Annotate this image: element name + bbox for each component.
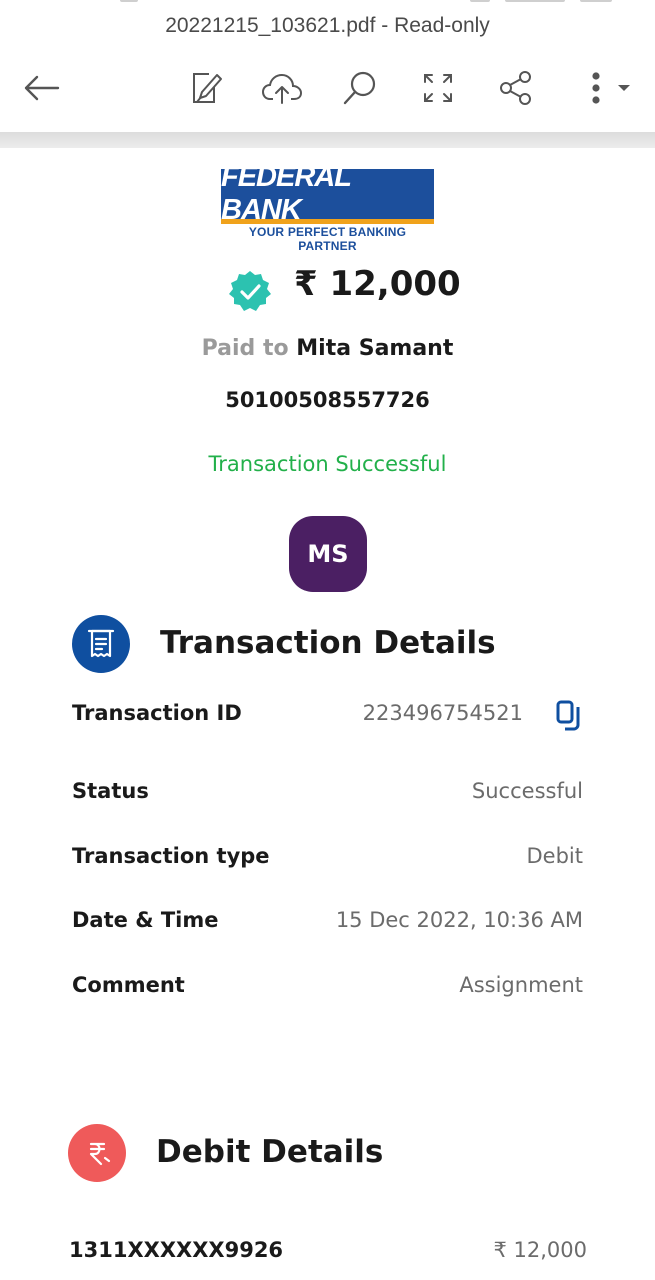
search-icon[interactable] xyxy=(338,66,382,110)
detail-label: Transaction type xyxy=(72,844,270,868)
payee-name: Mita Samant xyxy=(296,336,454,361)
bank-logo-stripe xyxy=(221,219,434,224)
debit-amount: ₹ 12,000 xyxy=(493,1238,587,1262)
app-toolbar: 20221215_103621.pdf - Read-only xyxy=(0,0,655,132)
paid-to-line: Paid to Mita Samant xyxy=(0,336,655,361)
detail-value: Assignment xyxy=(459,973,583,997)
detail-label: Comment xyxy=(72,973,185,997)
debit-details-header: Debit Details xyxy=(0,1124,655,1184)
rupee-bill-icon xyxy=(68,1124,126,1182)
detail-label: Transaction ID xyxy=(72,701,242,725)
detail-row-comment: Comment Assignment xyxy=(72,973,583,1009)
back-arrow-icon[interactable] xyxy=(20,66,64,110)
bank-logo: FEDERAL BANK YOUR PERFECT BANKING PARTNE… xyxy=(221,161,434,253)
detail-value: Successful xyxy=(471,779,583,803)
payment-amount: ₹ 12,000 xyxy=(294,264,461,304)
detail-row-date-time: Date & Time 15 Dec 2022, 10:36 AM xyxy=(72,908,583,944)
copy-icon[interactable] xyxy=(555,699,583,731)
section-title: Transaction Details xyxy=(160,625,496,661)
amount-row: ₹ 12,000 xyxy=(0,262,655,316)
detail-row-transaction-type: Transaction type Debit xyxy=(72,844,583,880)
toolbar-shadow xyxy=(0,132,655,148)
cloud-upload-icon[interactable] xyxy=(260,66,304,110)
transaction-id-value: 223496754521 xyxy=(362,701,523,725)
debit-account-number: 1311XXXXXX9926 xyxy=(69,1238,284,1262)
bank-logo-tagline: YOUR PERFECT BANKING PARTNER xyxy=(248,225,407,253)
document-title: 20221215_103621.pdf - Read-only xyxy=(165,14,490,37)
status-bar-fragment xyxy=(505,0,565,2)
avatar: MS xyxy=(289,516,367,592)
detail-value: Debit xyxy=(526,844,584,868)
transaction-status: Transaction Successful xyxy=(208,452,447,476)
detail-row-status: Status Successful xyxy=(72,779,583,815)
verified-check-icon xyxy=(228,270,272,314)
payee-account: 50100508557726 xyxy=(225,388,430,412)
detail-label: Status xyxy=(72,779,149,803)
detail-value: 15 Dec 2022, 10:36 AM xyxy=(335,908,583,932)
status-bar-fragment xyxy=(470,0,490,2)
share-icon[interactable] xyxy=(494,66,538,110)
bank-logo-name: FEDERAL BANK xyxy=(221,161,434,226)
edit-icon[interactable] xyxy=(184,66,228,110)
status-bar-fragment xyxy=(580,0,612,2)
transaction-details-header: Transaction Details xyxy=(0,615,655,675)
debit-account-row: 1311XXXXXX9926 ₹ 12,000 xyxy=(69,1238,587,1274)
fullscreen-icon[interactable] xyxy=(416,66,460,110)
status-bar-fragment xyxy=(120,0,138,2)
more-icon[interactable] xyxy=(578,66,638,110)
detail-label: Date & Time xyxy=(72,908,219,932)
section-title: Debit Details xyxy=(156,1134,384,1170)
paid-to-label: Paid to xyxy=(201,336,289,361)
detail-row-transaction-id: Transaction ID 223496754521 xyxy=(72,699,583,737)
receipt-icon xyxy=(72,615,130,673)
